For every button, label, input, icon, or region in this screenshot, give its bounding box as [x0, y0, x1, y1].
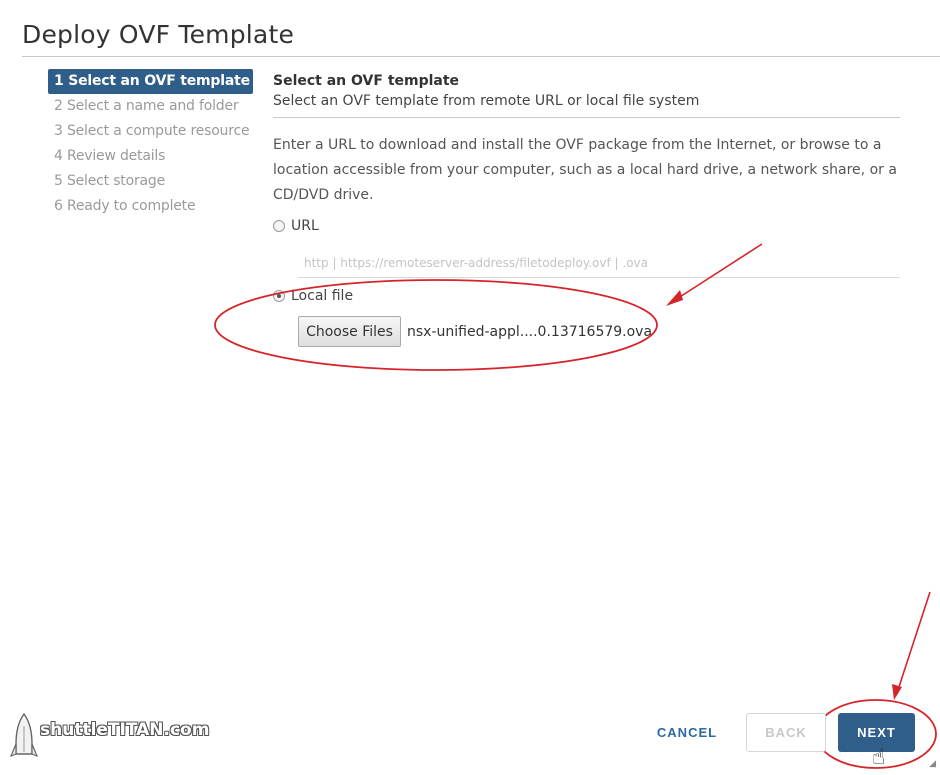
section-divider: [273, 117, 900, 118]
section-subtitle: Select an OVF template from remote URL o…: [273, 93, 700, 109]
main-content: Select an OVF template Select an OVF tem…: [273, 73, 900, 208]
choose-files-button[interactable]: Choose Files: [298, 316, 401, 347]
step-select-name-folder[interactable]: 2 Select a name and folder: [48, 94, 253, 119]
watermark: shuttleTITAN.com: [10, 712, 209, 762]
dialog-title: Deploy OVF Template: [22, 20, 295, 49]
step-ready-to-complete[interactable]: 6 Ready to complete: [48, 194, 253, 219]
url-radio[interactable]: [273, 220, 285, 232]
step-select-compute-resource[interactable]: 3 Select a compute resource: [48, 119, 253, 144]
section-title: Select an OVF template: [273, 73, 460, 89]
local-file-arrowhead: [666, 290, 683, 306]
resize-grip-icon[interactable]: ◢: [929, 759, 936, 769]
step-review-details[interactable]: 4 Review details: [48, 144, 253, 169]
local-file-radio-label: Local file: [291, 288, 354, 304]
description-text: Enter a URL to download and install the …: [273, 137, 897, 203]
watermark-text: shuttleTITAN.com: [40, 720, 210, 740]
back-button[interactable]: BACK: [746, 713, 826, 752]
wizard-steps: 1 Select an OVF template 2 Select a name…: [48, 69, 253, 219]
shuttle-logo-icon: [10, 712, 38, 758]
local-file-option[interactable]: Local file: [273, 288, 353, 304]
file-picker: Choose Files nsx-unified-appl....0.13716…: [298, 316, 652, 347]
url-option[interactable]: URL: [273, 218, 319, 234]
next-arrowhead: [892, 684, 902, 700]
local-file-radio[interactable]: [273, 290, 285, 302]
title-divider: [22, 56, 940, 57]
url-radio-label: URL: [291, 218, 319, 234]
next-arrow: [896, 591, 931, 694]
selected-file-name: nsx-unified-appl....0.13716579.ova: [407, 323, 653, 340]
step-select-ovf-template[interactable]: 1 Select an OVF template: [48, 69, 253, 94]
hand-cursor-icon: ☝: [872, 745, 886, 770]
step-select-storage[interactable]: 5 Select storage: [48, 169, 253, 194]
cancel-button[interactable]: CANCEL: [648, 717, 726, 747]
url-input[interactable]: http | https://remoteserver-address/file…: [298, 252, 900, 278]
